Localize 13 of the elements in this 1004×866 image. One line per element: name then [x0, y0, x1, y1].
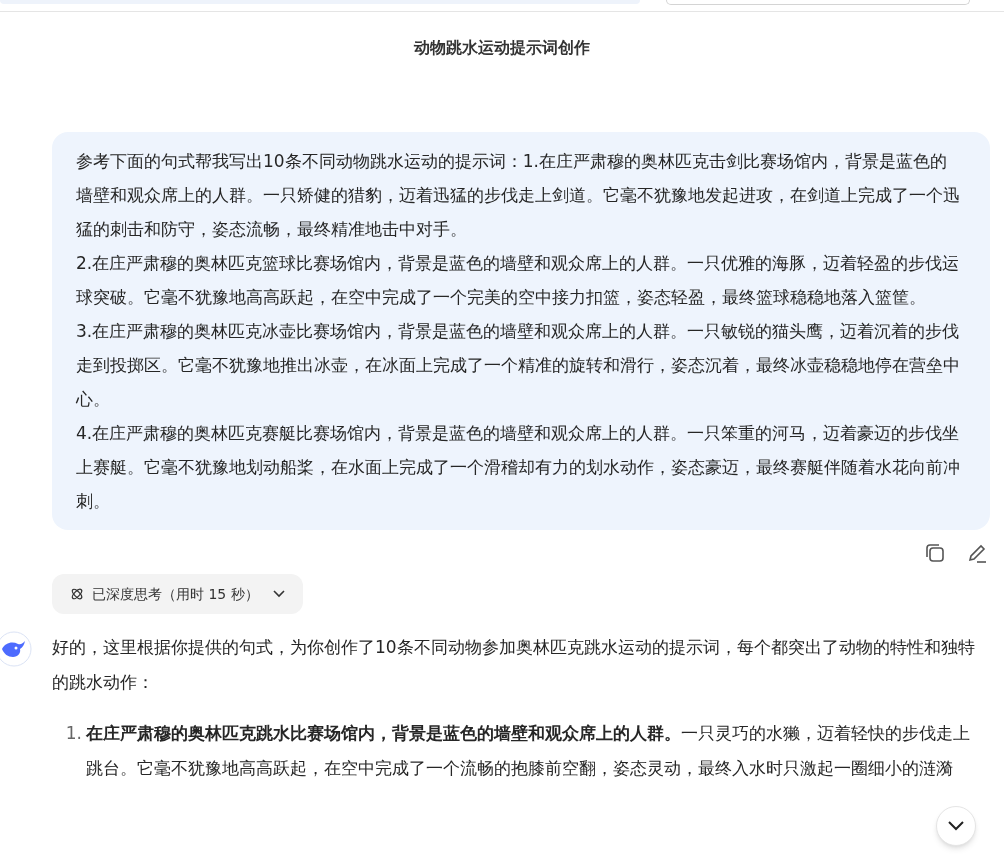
chevron-down-icon: [272, 590, 285, 598]
assistant-avatar-icon: [0, 630, 32, 668]
edit-icon[interactable]: [966, 542, 988, 564]
scroll-down-button[interactable]: [936, 806, 976, 846]
atom-icon: [70, 587, 84, 601]
chevron-down-icon: [948, 821, 964, 831]
conversation-title: 动物跳水运动提示词创作: [414, 37, 590, 59]
response-paragraph: 好的，这里根据你提供的句式，为你创作了10条不同动物参加奥林匹克跳水运动的提示词，每个都突出了动物的特性和独特的跳水动作：: [52, 636, 976, 694]
list-number: 1.: [64, 722, 83, 745]
list-item-text: 在庄严肃穆的奥林匹克跳水比赛场馆内，背景是蓝色的墙壁和观众席上的人群。一只灵巧的水獭，迈着轻快的步伐走上跳台。它毫不犹豫地高高跃起，在空中完成了一个流畅的抱膝前空翻，姿态灵动，最终入水时只激起一圈细小的涟漪: [86, 722, 971, 780]
user-message: 参考下面的句式帮我写出10条不同动物跳水运动的提示词：1.在庄严肃穆的奥林匹克击剑比赛场馆内，背景是蓝色的墙壁和观众席上的人群。一只矫健的猎豹，迈着迅猛的步伐走上剑道。它毫不犹豫地发起进攻，在剑道上完成了一个迅猛的刺击和防守，姿态流畅，最终精准地击中对手。 2.在庄严肃穆的奥林匹克篮球比赛场馆内，背景是蓝色的墙壁和观众席上的人群。一只优雅的海豚，迈着轻盈的步伐运球突破。它毫不犹豫地高高跃起，在空中完成了一个完美的空中接力扣篮，姿态轻盈，最终篮球稳稳地落入篮筐。 3.在庄严肃穆的奥林匹克冰壶比赛场馆内，背景是蓝色的墙壁和观众席上的人群。一只敏锐的猫头鹰，迈着沉着的步伐走到投掷区。它毫不犹豫地推出冰壶，在冰面上完成了一个精准的旋转和滑行，姿态沉着，最终冰壶稳稳地停在营垒中心。 4.在庄严肃穆的奥林匹克赛艇比赛场馆内，背景是蓝色的墙壁和观众席上的人群。一只笨重的河马，迈着豪迈的步伐坐上赛艇。它毫不犹豫地划动船桨，在水面上完成了一个滑稽却有力的划水动作，姿态豪迈，最终赛艇伴随着水花向前冲刺。: [52, 132, 990, 530]
copy-icon[interactable]: [924, 542, 946, 564]
thinking-toggle[interactable]: 已深度思考（用时 15 秒）: [52, 574, 303, 614]
